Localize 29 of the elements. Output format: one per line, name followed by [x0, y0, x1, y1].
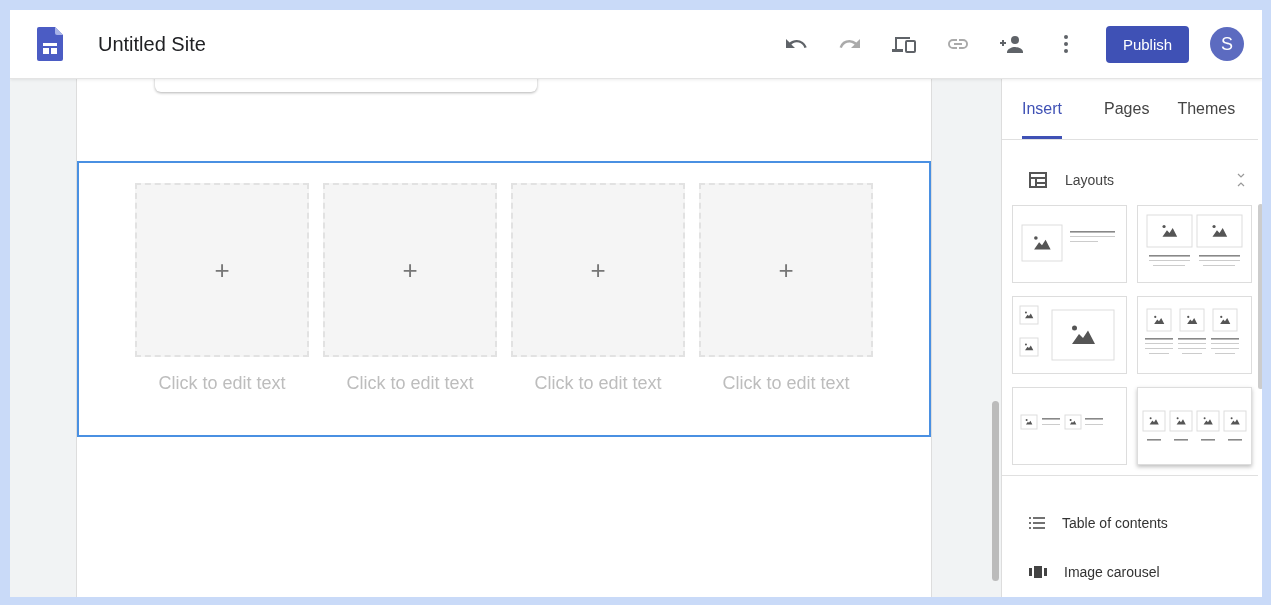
more-icon	[1064, 35, 1068, 53]
panel-tab[interactable]: Pages	[1104, 79, 1150, 139]
site-title[interactable]: Untitled Site	[98, 32, 206, 56]
image-placeholder[interactable]: +	[511, 183, 685, 357]
scrollbar[interactable]	[1258, 204, 1262, 389]
image-placeholder[interactable]: +	[135, 183, 309, 357]
scrollbar[interactable]	[992, 401, 999, 581]
content-section[interactable]: + Click to edit text + Click to edit text + Click to edit text + Click to edit text	[77, 161, 931, 437]
layout-option[interactable]	[1012, 295, 1127, 374]
publish-button[interactable]: Publish	[1106, 25, 1189, 63]
layout-preview-icon	[1019, 304, 1115, 361]
image-placeholder[interactable]: +	[323, 183, 497, 357]
image-placeholder[interactable]: +	[699, 183, 873, 357]
layout-preview-icon	[1146, 213, 1243, 268]
layout-preview-icon	[1144, 307, 1240, 356]
layout-preview-icon	[1020, 413, 1104, 430]
layout-preview-icon	[1142, 409, 1247, 442]
image-carousel-item[interactable]: Image carousel	[1002, 547, 1262, 597]
layout-preview-icon	[1021, 223, 1116, 262]
panel-tab[interactable]: Themes	[1177, 79, 1236, 139]
collapse-icon[interactable]	[1236, 172, 1246, 187]
layout-icon	[1029, 171, 1047, 188]
carousel-icon	[1029, 566, 1047, 579]
table-of-contents-item[interactable]: Table of contents	[1002, 497, 1262, 548]
account-avatar[interactable]: S	[1210, 27, 1244, 61]
sites-logo-icon[interactable]	[37, 27, 63, 61]
section-title[interactable]: Layouts	[1065, 171, 1236, 188]
list-icon	[1029, 516, 1045, 529]
layout-option[interactable]	[1137, 204, 1252, 283]
